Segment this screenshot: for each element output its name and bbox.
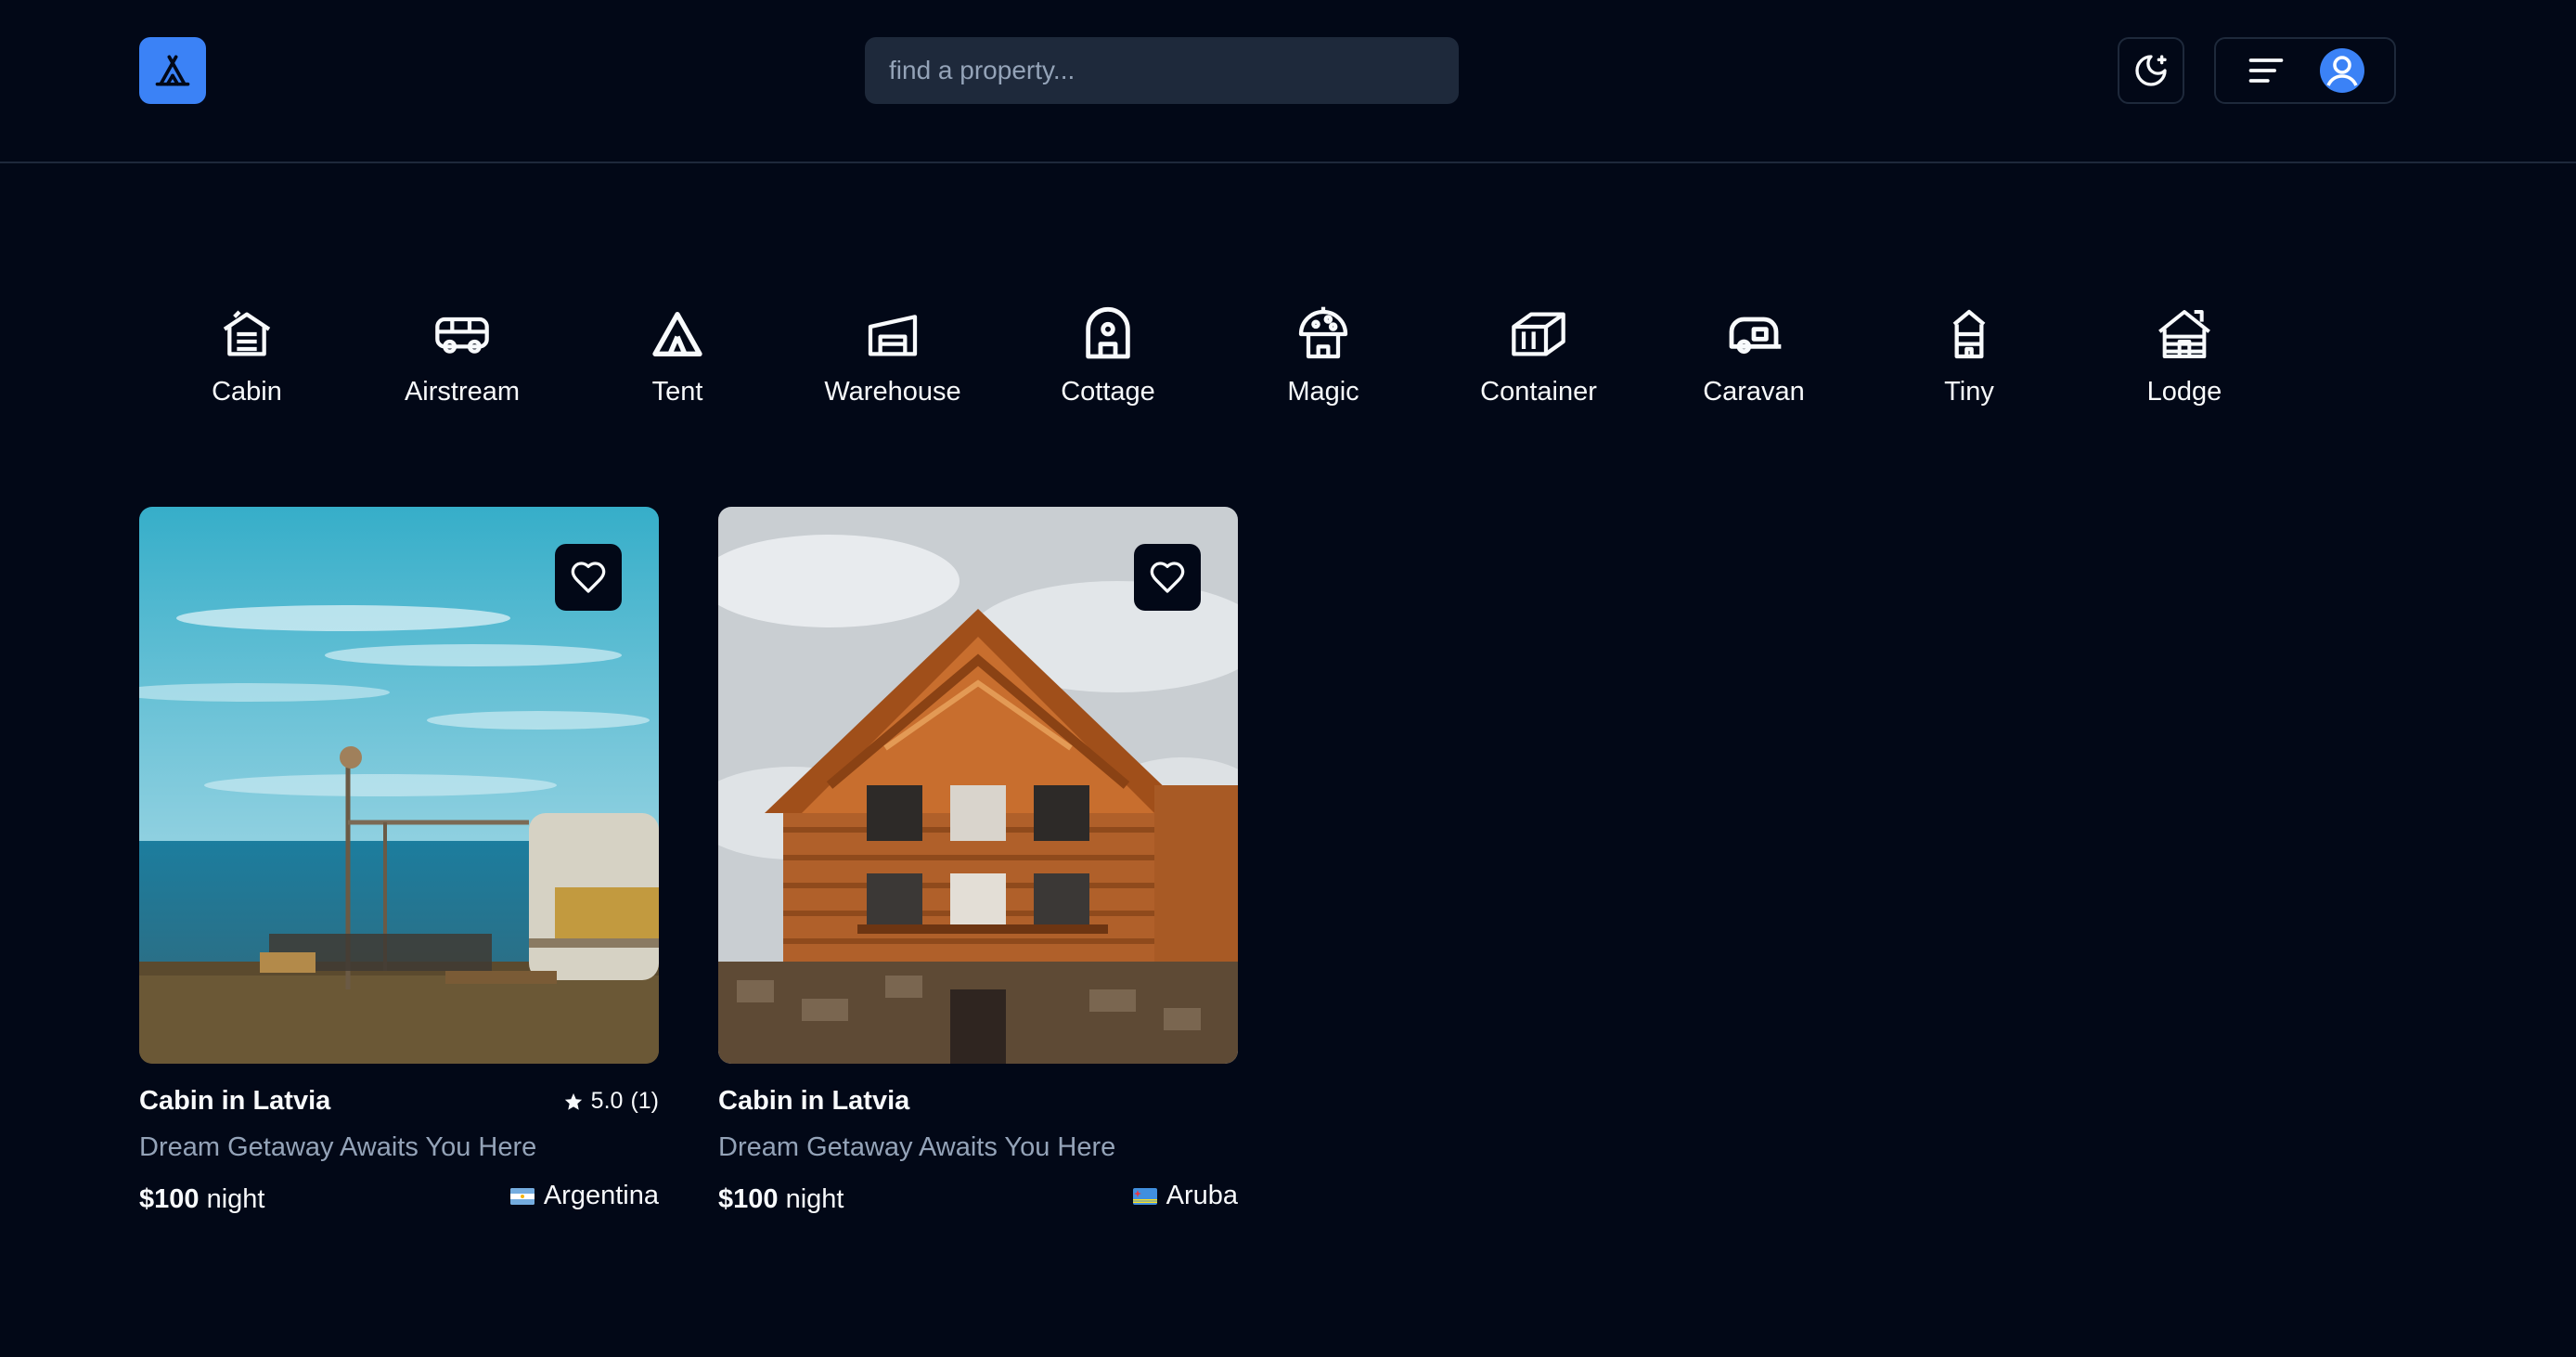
category-label: Magic — [1287, 377, 1359, 407]
category-label: Airstream — [404, 377, 521, 407]
category-lodge[interactable]: Lodge — [2077, 304, 2292, 416]
price-unit: night — [206, 1184, 265, 1214]
listing-price: $100 night — [718, 1184, 844, 1215]
warehouse-icon — [868, 315, 918, 356]
category-label: Tiny — [1944, 377, 1994, 407]
listing-details: Cabin in Latvia Dream Getaway Awaits You… — [718, 1064, 1238, 1231]
price-amount: $100 — [139, 1184, 200, 1214]
listing-title: Cabin in Latvia — [718, 1086, 910, 1116]
listing-country: Argentina — [509, 1181, 659, 1211]
category-label: Cottage — [1061, 377, 1155, 407]
price-unit: night — [785, 1184, 844, 1214]
listing-country: Aruba — [1132, 1181, 1238, 1211]
listing-card[interactable]: Cabin in Latvia Dream Getaway Awaits You… — [718, 507, 1238, 1231]
price-amount: $100 — [718, 1184, 779, 1214]
category-label: Container — [1480, 377, 1597, 407]
cottage-icon — [1086, 306, 1130, 359]
tent-icon — [155, 55, 190, 86]
listing-tagline: Dream Getaway Awaits You Here — [139, 1132, 537, 1162]
airstream-icon — [435, 317, 489, 354]
listing-price: $100 night — [139, 1184, 264, 1215]
category-bar: Cabin Airstream Tent Warehouse Cottage M… — [139, 304, 2292, 416]
category-magic[interactable]: Magic — [1216, 304, 1431, 416]
logo-button[interactable] — [139, 37, 206, 104]
mushroom-house-icon — [1298, 306, 1348, 359]
category-label: Tent — [651, 377, 703, 407]
cabin-icon — [223, 310, 271, 356]
menu-lines-icon — [2248, 58, 2284, 83]
category-airstream[interactable]: Airstream — [354, 304, 570, 416]
category-tent[interactable]: Tent — [570, 304, 785, 416]
favorite-button[interactable] — [1134, 544, 1201, 611]
moon-stars-icon — [2135, 55, 2167, 86]
aruba-flag-icon — [1132, 1187, 1157, 1205]
heart-icon — [571, 562, 606, 593]
rating-value: 5.0 — [590, 1088, 624, 1114]
tent-icon — [652, 312, 702, 356]
category-tiny[interactable]: Tiny — [1861, 304, 2077, 416]
listing-card[interactable]: Cabin in Latvia 5.0 (1) Dream Getaway Aw… — [139, 507, 659, 1231]
rating-count: (1) — [630, 1088, 659, 1114]
container-icon — [1512, 312, 1565, 356]
listing-image[interactable] — [718, 507, 1238, 1064]
category-label: Cabin — [212, 377, 282, 407]
category-caravan[interactable]: Caravan — [1646, 304, 1861, 416]
category-warehouse[interactable]: Warehouse — [785, 304, 1000, 416]
tiny-house-icon — [1952, 309, 1986, 359]
theme-toggle-button[interactable] — [2118, 37, 2184, 104]
argentina-flag-icon — [509, 1187, 535, 1205]
listing-rating: 5.0 (1) — [563, 1088, 659, 1115]
listing-title: Cabin in Latvia — [139, 1086, 331, 1116]
country-name: Aruba — [1166, 1181, 1238, 1210]
country-name: Argentina — [543, 1181, 659, 1210]
category-label: Lodge — [2146, 377, 2222, 407]
category-label: Caravan — [1703, 377, 1805, 407]
favorite-button[interactable] — [555, 544, 622, 611]
category-cabin[interactable]: Cabin — [139, 304, 354, 416]
listing-details: Cabin in Latvia 5.0 (1) Dream Getaway Aw… — [139, 1064, 659, 1231]
star-icon — [564, 1092, 582, 1110]
category-container[interactable]: Container — [1431, 304, 1646, 416]
search-input[interactable] — [865, 37, 1459, 104]
heart-icon — [1150, 562, 1185, 593]
listing-image[interactable] — [139, 507, 659, 1064]
listing-tagline: Dream Getaway Awaits You Here — [718, 1132, 1116, 1162]
user-menu-button[interactable] — [2214, 37, 2396, 104]
top-navbar — [0, 0, 2576, 163]
category-label: Warehouse — [824, 377, 961, 407]
user-avatar-icon — [2320, 48, 2364, 93]
caravan-icon — [1729, 317, 1782, 355]
lodge-icon — [2158, 310, 2210, 358]
category-cottage[interactable]: Cottage — [1000, 304, 1216, 416]
